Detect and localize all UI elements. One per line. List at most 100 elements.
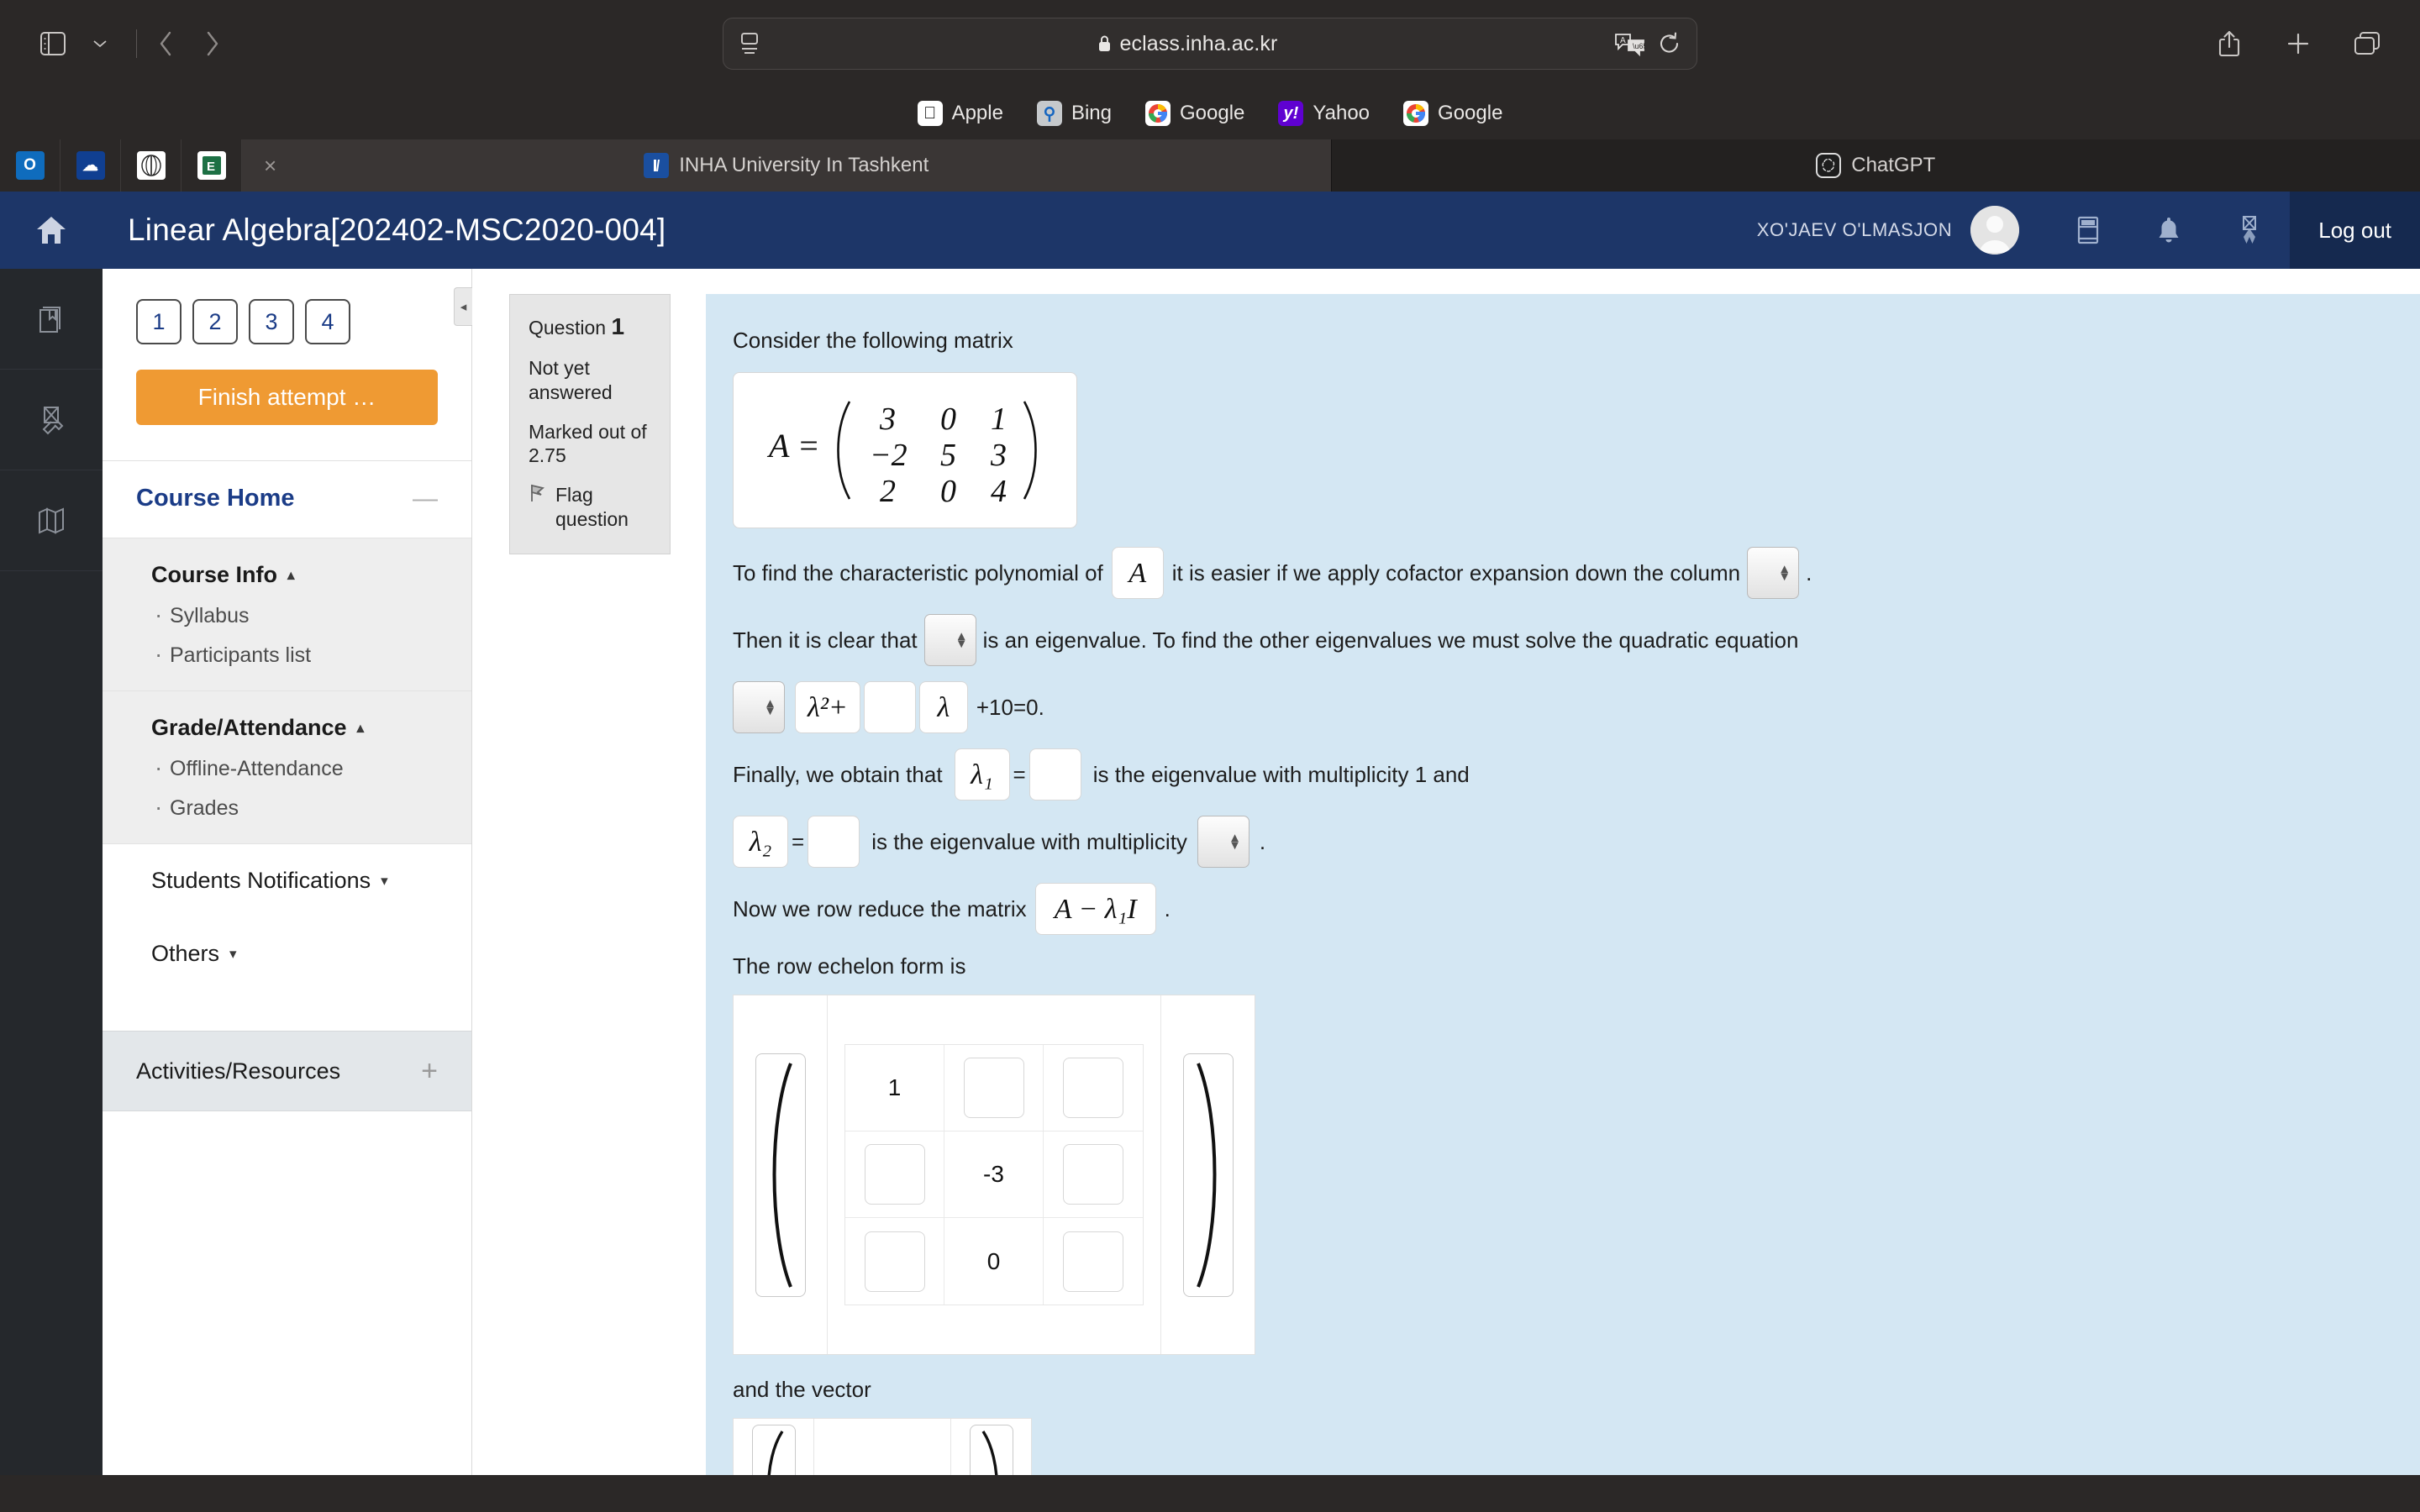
matrix-input-r2c1[interactable] <box>864 1144 925 1205</box>
favorite-google[interactable]: Google <box>1145 101 1244 126</box>
favorite-label: Bing <box>1071 102 1113 124</box>
line6-text-b: is the eigenvalue with multiplicity <box>871 828 1187 854</box>
svg-text:5: 5 <box>940 438 956 473</box>
reload-icon[interactable] <box>1658 32 1681 55</box>
favorite-apple[interactable]:  Apple <box>917 101 1003 126</box>
outlook-pinned-tab[interactable]: O <box>0 139 60 192</box>
matrix-input-r2c3[interactable] <box>1063 1144 1123 1205</box>
excel-pinned-tab[interactable]: E <box>182 139 242 192</box>
finish-attempt-button[interactable]: Finish attempt … <box>136 370 438 425</box>
forward-arrow-icon[interactable] <box>189 21 234 66</box>
eigenvalue-select[interactable]: ▲ ▼ <box>923 614 976 666</box>
question-nav-3[interactable]: 3 <box>249 299 294 344</box>
right-paren-icon <box>1182 1053 1234 1297</box>
sidebar-rail-map-icon[interactable] <box>0 470 103 571</box>
flag-question-button[interactable]: Flag question <box>529 483 651 532</box>
toolbar-left-controls <box>30 21 234 66</box>
nav-head-others[interactable]: Others ▾ <box>103 932 471 975</box>
nav-group-grade-attendance: Grade/Attendance ▴ Offline-Attendance Gr… <box>103 691 471 844</box>
outlook-icon: O <box>15 151 45 180</box>
right-paren-icon <box>969 1424 1013 1475</box>
address-bar[interactable]: eclass.inha.ac.kr A \u6587 <box>723 18 1697 70</box>
lambda1-input[interactable] <box>1028 748 1081 801</box>
question-area: Question 1 Not yet answered Marked out o… <box>472 269 2420 1475</box>
favorites-bar:  Apple ⚲ Bing Google y! Yahoo <box>0 87 2420 139</box>
quadratic-leading-select[interactable]: ▲ ▼ <box>733 681 785 733</box>
share-icon[interactable] <box>2207 21 2252 66</box>
avatar[interactable] <box>1970 206 2020 255</box>
excel-icon: E <box>197 151 226 180</box>
sidebar-rail-brand-icon[interactable] <box>0 370 103 470</box>
close-icon[interactable]: × <box>264 155 276 176</box>
activities-resources-header[interactable]: Activities/Resources + <box>103 1031 471 1111</box>
favorite-bing[interactable]: ⚲ Bing <box>1036 101 1113 126</box>
matrix-input-r1c3[interactable] <box>1063 1058 1123 1118</box>
matrix-input-r1c2[interactable] <box>963 1058 1024 1118</box>
sidebar-item-offline-attendance[interactable]: Offline-Attendance <box>103 749 471 789</box>
page-body: Linear Algebra[202402-MSC2020-004] XO'JA… <box>103 192 2420 1475</box>
chevron-down-icon[interactable] <box>77 21 123 66</box>
quadratic-coefficient-input[interactable] <box>863 681 916 733</box>
bell-icon[interactable] <box>2128 215 2209 245</box>
matrix-left-paren-cell <box>734 995 828 1354</box>
equals-sign-1: = <box>1013 761 1026 787</box>
messages-icon[interactable] <box>2048 215 2128 245</box>
sidebar-item-grades[interactable]: Grades <box>103 789 471 828</box>
nav-head-students-notifications[interactable]: Students Notifications ▾ <box>103 859 471 902</box>
flag-icon <box>529 483 547 503</box>
matrix-cell-r1c3 <box>1044 1045 1143 1131</box>
matrix-cell-r1c1: 1 <box>845 1045 944 1131</box>
line-row-echelon-label: The row echelon form is <box>733 953 966 979</box>
matrix-cell-r2c2: -3 <box>944 1131 1044 1218</box>
google-icon <box>1403 101 1429 126</box>
course-home-header[interactable]: Course Home — <box>103 461 471 538</box>
multiplicity-select[interactable]: ▲ ▼ <box>1197 816 1249 868</box>
question-nav-4[interactable]: 4 <box>305 299 350 344</box>
matrix-input-r3c3[interactable] <box>1063 1231 1123 1292</box>
apple-icon:  <box>917 101 943 126</box>
favorite-yahoo[interactable]: y! Yahoo <box>1278 101 1370 126</box>
sidebar-item-syllabus[interactable]: Syllabus <box>103 596 471 636</box>
onedrive-pinned-tab[interactable]: ☁ <box>60 139 121 192</box>
question-nav-2[interactable]: 2 <box>192 299 238 344</box>
nav-head-course-info[interactable]: Course Info ▴ <box>103 554 471 596</box>
nav-group-others: Others ▾ <box>103 917 471 990</box>
tab-chatgpt[interactable]: ChatGPT <box>1330 139 2420 192</box>
left-icon-rail <box>0 192 103 1475</box>
drawer-collapse-handle[interactable]: ◂ <box>454 287 472 326</box>
column-select[interactable]: ▲ ▼ <box>1747 547 1800 599</box>
minus-icon[interactable]: — <box>413 486 438 512</box>
favorite-google-2[interactable]: Google <box>1403 101 1502 126</box>
matrix-cell-r3c1 <box>845 1218 944 1305</box>
tab-bar: O ☁ E × INHA University In Tashkent Chat… <box>0 139 2420 192</box>
back-arrow-icon[interactable] <box>144 21 189 66</box>
translate-icon[interactable]: A \u6587 <box>1614 31 1646 56</box>
nav-head-grade-attendance[interactable]: Grade/Attendance ▴ <box>103 706 471 749</box>
tile-lambda: λ <box>918 681 968 733</box>
line-lambda1: Finally, we obtain that λ₁ = is the eige… <box>733 748 2386 801</box>
sidebar-rail-courses-icon[interactable] <box>0 269 103 370</box>
tab-overview-icon[interactable] <box>2344 21 2390 66</box>
tab-inha-university[interactable]: × INHA University In Tashkent <box>242 139 1331 192</box>
nav-head-label: Others <box>151 941 220 966</box>
plus-icon[interactable] <box>2275 21 2321 66</box>
nav-head-label: Course Info <box>151 562 278 587</box>
address-bar-container: eclass.inha.ac.kr A \u6587 <box>723 18 1697 70</box>
lambda2-input[interactable] <box>808 816 860 868</box>
nav-group-course-info: Course Info ▴ Syllabus Participants list <box>103 538 471 691</box>
question-nav-1[interactable]: 1 <box>136 299 182 344</box>
matrix-cell-r3c2: 0 <box>944 1218 1044 1305</box>
brand-mark-icon[interactable] <box>2209 214 2290 246</box>
inha-pinned-tab[interactable] <box>121 139 182 192</box>
reader-view-icon[interactable] <box>739 31 760 56</box>
sidebar-toggle-icon[interactable] <box>30 21 76 66</box>
line3-text-b: is an eigenvalue. To find the other eige… <box>982 627 1799 653</box>
plus-icon[interactable]: + <box>421 1057 438 1085</box>
bing-icon: ⚲ <box>1036 101 1062 126</box>
course-drawer: ◂ 1 2 3 4 Finish attempt … Course Home —… <box>103 269 472 1475</box>
sidebar-item-participants-list[interactable]: Participants list <box>103 636 471 675</box>
home-icon[interactable] <box>0 192 103 269</box>
matrix-input-r3c1[interactable] <box>864 1231 925 1292</box>
google-icon <box>1145 101 1171 126</box>
logout-button[interactable]: Log out <box>2290 192 2420 269</box>
